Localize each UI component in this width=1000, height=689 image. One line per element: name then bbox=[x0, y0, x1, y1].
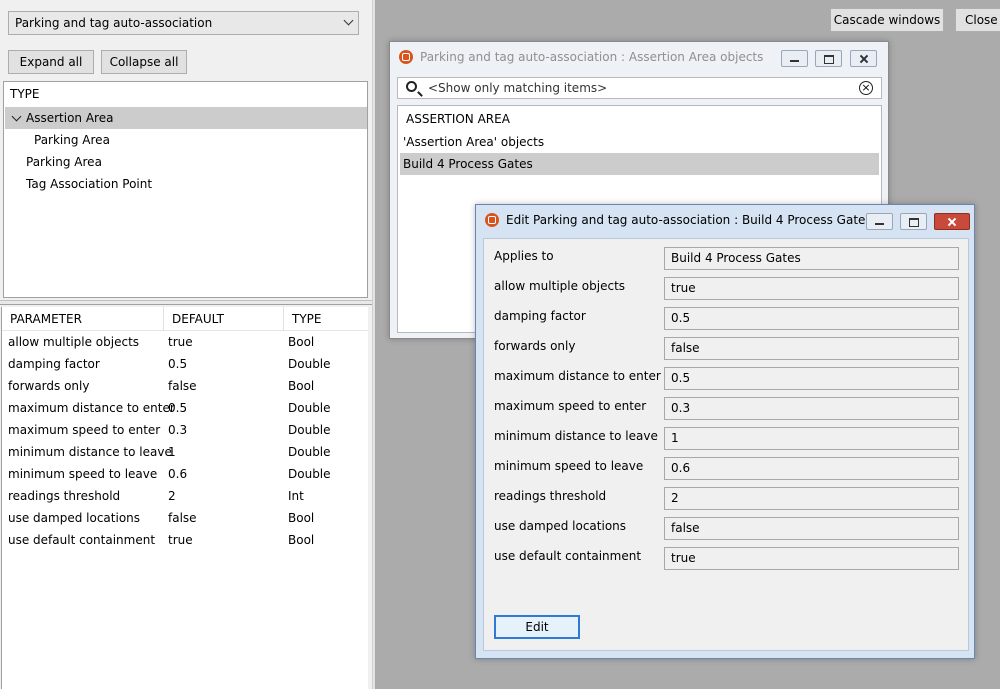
type-tree: TYPE Assertion Area Parking Area Parking… bbox=[3, 81, 368, 298]
use-default-containment-field[interactable]: true bbox=[664, 547, 959, 570]
expand-all-button[interactable]: Expand all bbox=[8, 50, 94, 74]
objects-window-titlebar[interactable]: Parking and tag auto-association : Asser… bbox=[390, 42, 888, 72]
use-damped-locations-field[interactable]: false bbox=[664, 517, 959, 540]
search-placeholder: <Show only matching items> bbox=[428, 81, 608, 95]
minimize-icon[interactable] bbox=[866, 213, 893, 230]
minimize-icon[interactable] bbox=[781, 50, 808, 67]
maximize-icon[interactable] bbox=[815, 50, 842, 67]
edit-form: Applies to Build 4 Process Gates allow m… bbox=[483, 238, 969, 651]
chevron-down-icon[interactable] bbox=[11, 111, 22, 122]
column-header-parameter[interactable]: PARAMETER bbox=[2, 307, 164, 331]
type-tree-header: TYPE bbox=[10, 87, 40, 101]
table-row[interactable]: forwards only false Bool bbox=[2, 375, 369, 397]
clear-search-icon[interactable]: × bbox=[859, 81, 873, 95]
allow-multiple-objects-field[interactable]: true bbox=[664, 277, 959, 300]
applies-to-field[interactable]: Build 4 Process Gates bbox=[664, 247, 959, 270]
tree-item-label: Assertion Area bbox=[26, 111, 114, 125]
tree-item-label: Parking Area bbox=[34, 133, 110, 147]
window-title: Edit Parking and tag auto-association : … bbox=[506, 213, 872, 227]
tree-item-tag-association-point[interactable]: Tag Association Point bbox=[5, 173, 367, 195]
field-label: allow multiple objects bbox=[494, 279, 626, 293]
tree-item-label: Parking Area bbox=[26, 155, 102, 169]
search-input[interactable]: <Show only matching items> × bbox=[397, 77, 882, 99]
table-row[interactable]: minimum distance to leave 1 Double bbox=[2, 441, 369, 463]
maximum-distance-to-enter-field[interactable]: 0.5 bbox=[664, 367, 959, 390]
chevron-down-icon bbox=[343, 15, 354, 26]
maximum-speed-to-enter-field[interactable]: 0.3 bbox=[664, 397, 959, 420]
table-row[interactable]: use default containment true Bool bbox=[2, 529, 369, 551]
field-label: minimum speed to leave bbox=[494, 459, 644, 473]
list-item[interactable]: 'Assertion Area' objects bbox=[400, 131, 879, 153]
field-label: Applies to bbox=[494, 249, 554, 263]
column-header-default[interactable]: DEFAULT bbox=[164, 307, 284, 331]
table-row[interactable]: maximum distance to enter 0.5 Double bbox=[2, 397, 369, 419]
field-label: forwards only bbox=[494, 339, 576, 353]
table-row[interactable]: damping factor 0.5 Double bbox=[2, 353, 369, 375]
field-label: maximum speed to enter bbox=[494, 399, 647, 413]
collapse-all-button[interactable]: Collapse all bbox=[101, 50, 187, 74]
table-row[interactable]: maximum speed to enter 0.3 Double bbox=[2, 419, 369, 441]
close-windows-button[interactable]: Close w bbox=[955, 8, 1000, 32]
field-label: use damped locations bbox=[494, 519, 627, 533]
minimum-speed-to-leave-field[interactable]: 0.6 bbox=[664, 457, 959, 480]
app-logo-icon bbox=[485, 213, 499, 227]
list-item-selected[interactable]: Build 4 Process Gates bbox=[400, 153, 879, 175]
field-label: minimum distance to leave bbox=[494, 429, 658, 443]
parameter-table: PARAMETER DEFAULT TYPE allow multiple ob… bbox=[1, 307, 369, 689]
close-icon[interactable] bbox=[850, 50, 877, 67]
search-icon bbox=[406, 81, 417, 92]
app-logo-icon bbox=[399, 50, 413, 64]
list-header: ASSERTION AREA bbox=[406, 112, 510, 126]
edit-button[interactable]: Edit bbox=[494, 615, 580, 639]
field-label: readings threshold bbox=[494, 489, 607, 503]
association-type-dropdown[interactable]: Parking and tag auto-association bbox=[8, 11, 359, 35]
close-icon[interactable] bbox=[934, 213, 970, 230]
tree-item-parking-area-child[interactable]: Parking Area bbox=[5, 129, 367, 151]
damping-factor-field[interactable]: 0.5 bbox=[664, 307, 959, 330]
horizontal-splitter[interactable] bbox=[0, 300, 372, 305]
tree-item-label: Tag Association Point bbox=[26, 177, 153, 191]
maximize-icon[interactable] bbox=[900, 213, 927, 230]
window-title: Parking and tag auto-association : Asser… bbox=[420, 50, 764, 64]
readings-threshold-field[interactable]: 2 bbox=[664, 487, 959, 510]
field-label: maximum distance to enter bbox=[494, 369, 661, 383]
tree-item-parking-area[interactable]: Parking Area bbox=[5, 151, 367, 173]
edit-window: Edit Parking and tag auto-association : … bbox=[475, 204, 975, 659]
table-row[interactable]: allow multiple objects true Bool bbox=[2, 331, 369, 353]
field-label: use default containment bbox=[494, 549, 642, 563]
table-row[interactable]: minimum speed to leave 0.6 Double bbox=[2, 463, 369, 485]
dropdown-value: Parking and tag auto-association bbox=[15, 16, 213, 30]
field-label: damping factor bbox=[494, 309, 586, 323]
edit-window-titlebar[interactable]: Edit Parking and tag auto-association : … bbox=[476, 205, 974, 235]
forwards-only-field[interactable]: false bbox=[664, 337, 959, 360]
column-header-type[interactable]: TYPE bbox=[284, 307, 369, 331]
cascade-windows-button[interactable]: Cascade windows bbox=[830, 8, 944, 32]
table-row[interactable]: readings threshold 2 Int bbox=[2, 485, 369, 507]
minimum-distance-to-leave-field[interactable]: 1 bbox=[664, 427, 959, 450]
tree-item-assertion-area[interactable]: Assertion Area bbox=[5, 107, 367, 129]
table-row[interactable]: use damped locations false Bool bbox=[2, 507, 369, 529]
